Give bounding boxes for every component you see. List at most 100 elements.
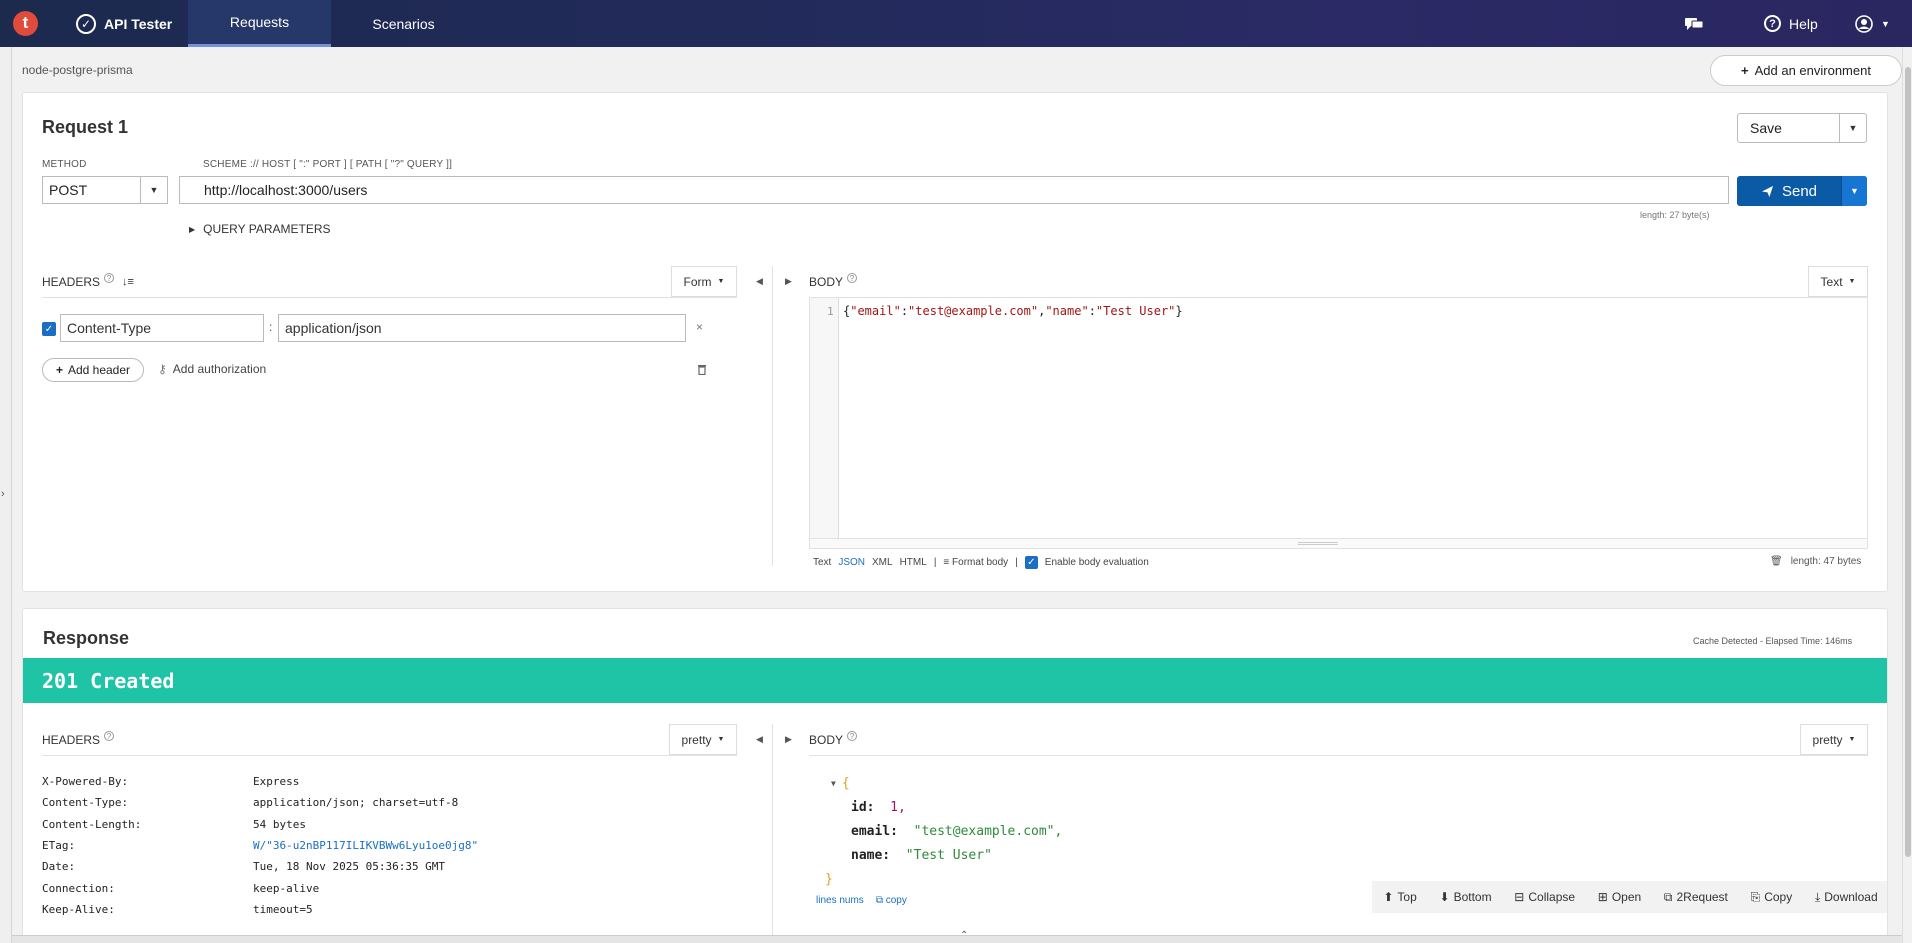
tab-requests[interactable]: Requests xyxy=(188,0,331,47)
open-button[interactable]: ⊞ Open xyxy=(1598,890,1641,904)
copy-label: Copy xyxy=(1764,890,1793,904)
check-circle-icon: ✓ xyxy=(76,13,96,34)
json-key: name: xyxy=(851,847,891,863)
panel-divider[interactable] xyxy=(772,266,773,566)
help-icon[interactable]: ? xyxy=(104,273,115,283)
query-parameters-toggle[interactable]: ▶ QUERY PARAMETERS xyxy=(189,222,331,236)
json-line: name: "Test User" xyxy=(831,843,1062,867)
method-select[interactable]: POST ▼ xyxy=(42,176,168,204)
headers-mode-dropdown[interactable]: Form ▼ xyxy=(671,266,737,297)
bottom-drawer-handle[interactable]: ⌃ xyxy=(12,930,1902,943)
header-name-input[interactable]: Content-Type xyxy=(60,314,264,342)
body-code[interactable]: {"email":"test@example.com","name":"Test… xyxy=(843,304,1183,318)
download-icon: ⤓ xyxy=(1814,889,1821,904)
app-logo[interactable]: t xyxy=(13,11,38,36)
trash-icon[interactable]: 🗑 xyxy=(1770,556,1783,567)
header-key: ETag: xyxy=(42,839,76,853)
response-json-view: ▼{ id: 1, email: "test@example.com", nam… xyxy=(825,771,1063,891)
send-split-button[interactable]: Send ▼ xyxy=(1737,176,1867,206)
line-gutter xyxy=(810,298,839,548)
format-json[interactable]: JSON xyxy=(838,557,865,568)
api-tester-link[interactable]: ✓ API Tester xyxy=(76,0,172,47)
body-label: BODY xyxy=(809,733,844,747)
save-button[interactable]: Save xyxy=(1738,114,1839,142)
sort-icon[interactable]: ↓≡ xyxy=(122,276,134,288)
format-html[interactable]: HTML xyxy=(900,557,927,568)
arrow-up-circle-icon: ⬆ xyxy=(1383,890,1394,904)
top-label: Top xyxy=(1397,890,1417,904)
collapse-button[interactable]: ⊟ Collapse xyxy=(1514,890,1575,904)
trash-icon[interactable] xyxy=(697,364,707,375)
format-xml[interactable]: XML xyxy=(872,557,893,568)
add-environment-button[interactable]: + Add an environment xyxy=(1710,55,1902,86)
header-value-input[interactable]: application/json xyxy=(278,314,686,342)
expand-right-icon[interactable]: ▶ xyxy=(785,276,792,287)
query-parameters-label: QUERY PARAMETERS xyxy=(203,222,331,236)
format-text[interactable]: Text xyxy=(813,557,831,568)
chat-bubbles-icon xyxy=(1685,17,1704,30)
format-body-button[interactable]: ≡ Format body xyxy=(943,557,1008,568)
header-value: keep-alive xyxy=(253,881,320,895)
enable-eval-label[interactable]: Enable body evaluation xyxy=(1045,557,1149,568)
to-request-button[interactable]: ⧉ 2Request xyxy=(1664,890,1728,905)
body-mode-dropdown[interactable]: Text ▼ xyxy=(1808,266,1868,297)
help-icon[interactable]: ? xyxy=(847,273,858,283)
save-split-button[interactable]: Save ▼ xyxy=(1737,113,1867,143)
send-button[interactable]: Send xyxy=(1737,176,1841,206)
top-button[interactable]: ⬆ Top xyxy=(1383,890,1416,904)
remove-header-icon[interactable]: × xyxy=(696,320,703,334)
lines-nums-link[interactable]: lines nums xyxy=(816,895,864,906)
table-row: Content-Length: 54 bytes xyxy=(42,814,478,835)
headers-section-label: HEADERS ? ↓≡ xyxy=(42,273,134,289)
header-value: application/json; charset=utf-8 xyxy=(253,796,459,810)
collapse-left-icon[interactable]: ◀ xyxy=(756,734,763,745)
header-key: Keep-Alive: xyxy=(42,902,115,916)
headers-view-dropdown[interactable]: pretty ▼ xyxy=(669,724,737,755)
side-panel-handle[interactable]: › xyxy=(0,47,12,943)
key-icon: ⚷ xyxy=(158,362,167,376)
method-value: POST xyxy=(49,182,88,198)
add-header-button[interactable]: + Add header xyxy=(42,358,144,382)
response-panel: Response Cache Detected - Elapsed Time: … xyxy=(22,608,1888,938)
bottom-button[interactable]: ⬇ Bottom xyxy=(1440,890,1492,904)
header-enabled-checkbox[interactable]: ✓ xyxy=(42,322,56,336)
download-button[interactable]: ⤓ Download xyxy=(1815,890,1878,905)
url-length: length: 27 byte(s) xyxy=(1640,210,1710,220)
add-authorization-link[interactable]: ⚷ Add authorization xyxy=(158,362,266,376)
divider xyxy=(42,297,737,298)
etag-link[interactable]: W/"36-u2nBP117ILIKVBWw6Lyu1oe0jg8" xyxy=(253,839,478,852)
feedback-button[interactable] xyxy=(1684,0,1704,47)
enable-eval-checkbox[interactable]: ✓ xyxy=(1024,556,1038,569)
body-editor[interactable]: 1 {"email":"test@example.com","name":"Te… xyxy=(809,297,1868,549)
scrollbar-thumb[interactable] xyxy=(1905,67,1911,857)
status-banner: 201 Created xyxy=(23,658,1887,703)
copy-button[interactable]: ⎘ Copy xyxy=(1751,890,1793,905)
expand-right-icon[interactable]: ▶ xyxy=(785,734,792,745)
separator: | xyxy=(933,557,937,568)
body-view-value: pretty xyxy=(1812,732,1843,747)
copy-link[interactable]: ⧉ copy xyxy=(876,895,907,906)
request-title[interactable]: Request 1 xyxy=(42,117,128,138)
send-label: Send xyxy=(1781,182,1818,200)
status-text: 201 Created xyxy=(42,668,175,693)
help-button[interactable]: ? Help xyxy=(1764,0,1818,47)
url-input[interactable]: http://localhost:3000/users xyxy=(179,176,1729,204)
paper-plane-icon xyxy=(1761,185,1774,197)
tab-scenarios[interactable]: Scenarios xyxy=(331,0,476,47)
response-body-label: BODY ? xyxy=(809,731,858,747)
help-icon[interactable]: ? xyxy=(847,731,858,741)
collapse-caret-icon[interactable]: ▼ xyxy=(831,779,836,788)
resize-handle[interactable] xyxy=(810,538,1867,548)
headers-label: HEADERS xyxy=(42,733,101,747)
chevron-down-icon[interactable]: ▼ xyxy=(1839,114,1866,142)
divider xyxy=(42,755,737,756)
download-label: Download xyxy=(1824,890,1878,904)
help-icon[interactable]: ? xyxy=(104,731,115,741)
vertical-scrollbar[interactable] xyxy=(1902,47,1912,943)
json-string: "test@example.com", xyxy=(913,823,1063,839)
chevron-down-icon[interactable]: ▼ xyxy=(1841,176,1867,206)
body-view-dropdown[interactable]: pretty ▼ xyxy=(1800,724,1868,755)
user-menu[interactable]: ▼ xyxy=(1855,0,1890,47)
collapse-left-icon[interactable]: ◀ xyxy=(756,276,763,287)
panel-divider[interactable] xyxy=(772,724,773,937)
